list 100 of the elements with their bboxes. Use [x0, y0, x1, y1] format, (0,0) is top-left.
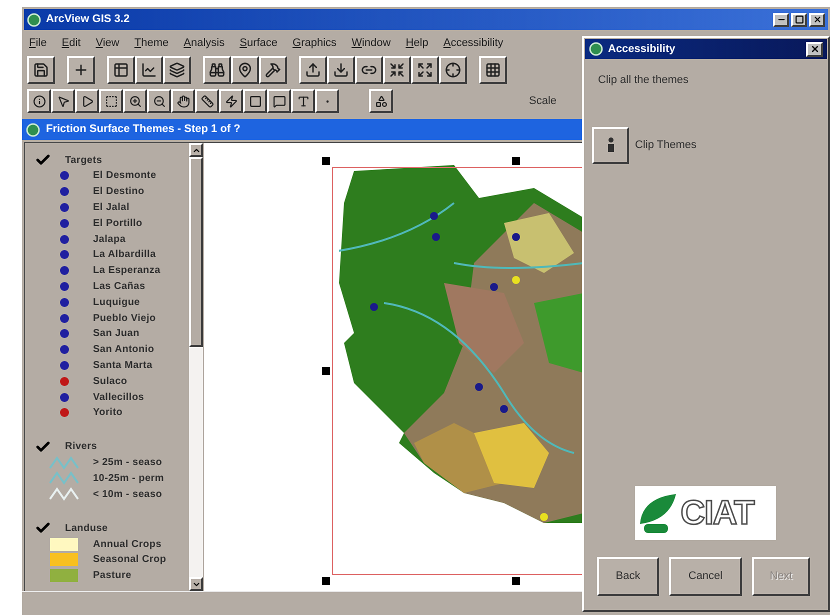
visibility-checkbox[interactable] — [35, 521, 51, 536]
toolbar-button[interactable] — [135, 56, 163, 84]
expand-icon — [417, 62, 433, 78]
toolbar-button[interactable] — [51, 89, 75, 113]
legend-label: San Antonio — [93, 343, 154, 358]
visibility-checkbox[interactable] — [35, 153, 51, 167]
toolbar-button[interactable] — [411, 56, 439, 84]
legend-label: > 25m - seaso — [93, 456, 162, 470]
pin-icon — [237, 62, 253, 78]
toolbar-button[interactable] — [243, 89, 267, 113]
pan-icon — [176, 94, 190, 108]
toolbar-button[interactable] — [327, 56, 355, 84]
toolbar-button[interactable] — [219, 89, 243, 113]
dialog-title: Accessibility — [608, 42, 676, 57]
toolbar-button[interactable] — [369, 89, 393, 113]
scrollbar[interactable] — [189, 143, 203, 591]
menu-item[interactable]: View — [96, 34, 120, 52]
legend-label: El Destino — [93, 185, 144, 200]
menu-item[interactable]: Window — [352, 34, 391, 52]
binoculars-icon — [209, 62, 225, 78]
legend-label: San Juan — [93, 327, 140, 342]
legend-label: El Jalal — [93, 200, 130, 215]
table-icon — [113, 62, 129, 78]
selection-handle[interactable] — [512, 157, 520, 165]
legend-label: < 10m - seaso — [93, 488, 162, 502]
legend-label: El Desmonte — [93, 169, 156, 184]
toolbar-button[interactable] — [123, 89, 147, 113]
close-icon — [812, 15, 822, 24]
clip-themes-button[interactable] — [592, 126, 629, 164]
close-button[interactable] — [809, 12, 825, 26]
close-button[interactable] — [806, 42, 823, 56]
toolbar-button[interactable] — [299, 56, 327, 84]
legend-label: Sulaco — [93, 374, 128, 389]
scale-label: Scale — [529, 94, 557, 109]
wizard-button[interactable]: Cancel — [669, 557, 742, 596]
toolbar-button[interactable] — [147, 89, 171, 113]
selection-handle[interactable] — [512, 577, 520, 585]
info-icon — [32, 94, 46, 108]
crosshair-icon — [445, 62, 461, 78]
toolbar-button[interactable] — [231, 56, 259, 84]
toolbar-button[interactable] — [291, 89, 315, 113]
legend-label: Pasture — [93, 569, 132, 584]
window-title: ArcView GIS 3.2 — [46, 12, 130, 28]
legend-label: El Portillo — [93, 216, 142, 231]
toolbar-button[interactable] — [163, 56, 191, 84]
menu-item[interactable]: File — [29, 34, 47, 52]
toolbar-button[interactable] — [259, 56, 287, 84]
grid-icon — [485, 62, 501, 78]
add-icon — [73, 62, 89, 78]
toolbar-button[interactable] — [203, 56, 231, 84]
menu-item[interactable]: Graphics — [292, 34, 337, 52]
toolbar-button[interactable] — [439, 56, 467, 84]
zoom-in-icon — [128, 94, 142, 108]
menu-item[interactable]: Accessibility — [443, 34, 504, 52]
selection-handle[interactable] — [322, 577, 330, 585]
menu-item[interactable]: Edit — [62, 34, 81, 52]
toolbar-button[interactable] — [27, 89, 51, 113]
legend-label: La Esperanza — [93, 264, 160, 278]
toolbar-button[interactable] — [383, 56, 411, 84]
toolbar-button[interactable] — [195, 89, 219, 113]
toolbar-button[interactable] — [99, 89, 123, 113]
maximize-button[interactable] — [791, 12, 807, 26]
zoom-out-icon — [152, 94, 166, 108]
menu-item[interactable]: Analysis — [184, 34, 225, 52]
toolbar-button[interactable] — [355, 56, 383, 84]
wizard-button[interactable]: Back — [597, 557, 659, 596]
ruler-icon — [200, 94, 214, 108]
legend-label: La Albardilla — [93, 248, 156, 262]
menu-item[interactable]: Theme — [134, 34, 169, 52]
legend-label: Las Cañas — [93, 280, 146, 294]
toolbar-button[interactable] — [27, 56, 55, 84]
toolbar-button[interactable] — [267, 89, 291, 113]
toolbar-button[interactable] — [107, 56, 135, 84]
shrink-icon — [389, 62, 405, 78]
theme-name: Targets — [65, 154, 102, 168]
menu-item[interactable]: Surface — [240, 34, 278, 52]
text-icon — [296, 94, 310, 108]
toolbar-button[interactable] — [479, 56, 507, 84]
menu-item[interactable]: Help — [406, 34, 428, 52]
layers-icon — [169, 62, 185, 78]
theme-name: Rivers — [65, 440, 98, 454]
square-icon — [248, 94, 262, 108]
legend-label: Luquigue — [93, 296, 140, 310]
legend-label: 10-25m - perm — [93, 472, 164, 486]
instruction-text: Clip all the themes — [598, 73, 690, 88]
legend-label: Vallecillos — [93, 390, 144, 405]
toolbar-button[interactable] — [75, 89, 99, 113]
view-title: Friction Surface Themes - Step 1 of ? — [46, 122, 240, 138]
hammer-icon — [265, 62, 281, 78]
close-icon — [810, 44, 820, 54]
toolbar-button[interactable] — [67, 56, 95, 84]
figure-icon — [606, 137, 616, 153]
minimize-button[interactable] — [773, 12, 789, 26]
toolbar-button[interactable] — [171, 89, 195, 113]
visibility-checkbox[interactable] — [35, 440, 51, 454]
selection-handle[interactable] — [322, 157, 330, 165]
toolbar-button[interactable] — [315, 89, 339, 113]
theme-name: Landuse — [65, 522, 108, 536]
selection-handle[interactable] — [322, 367, 330, 375]
chart-icon — [141, 62, 157, 78]
